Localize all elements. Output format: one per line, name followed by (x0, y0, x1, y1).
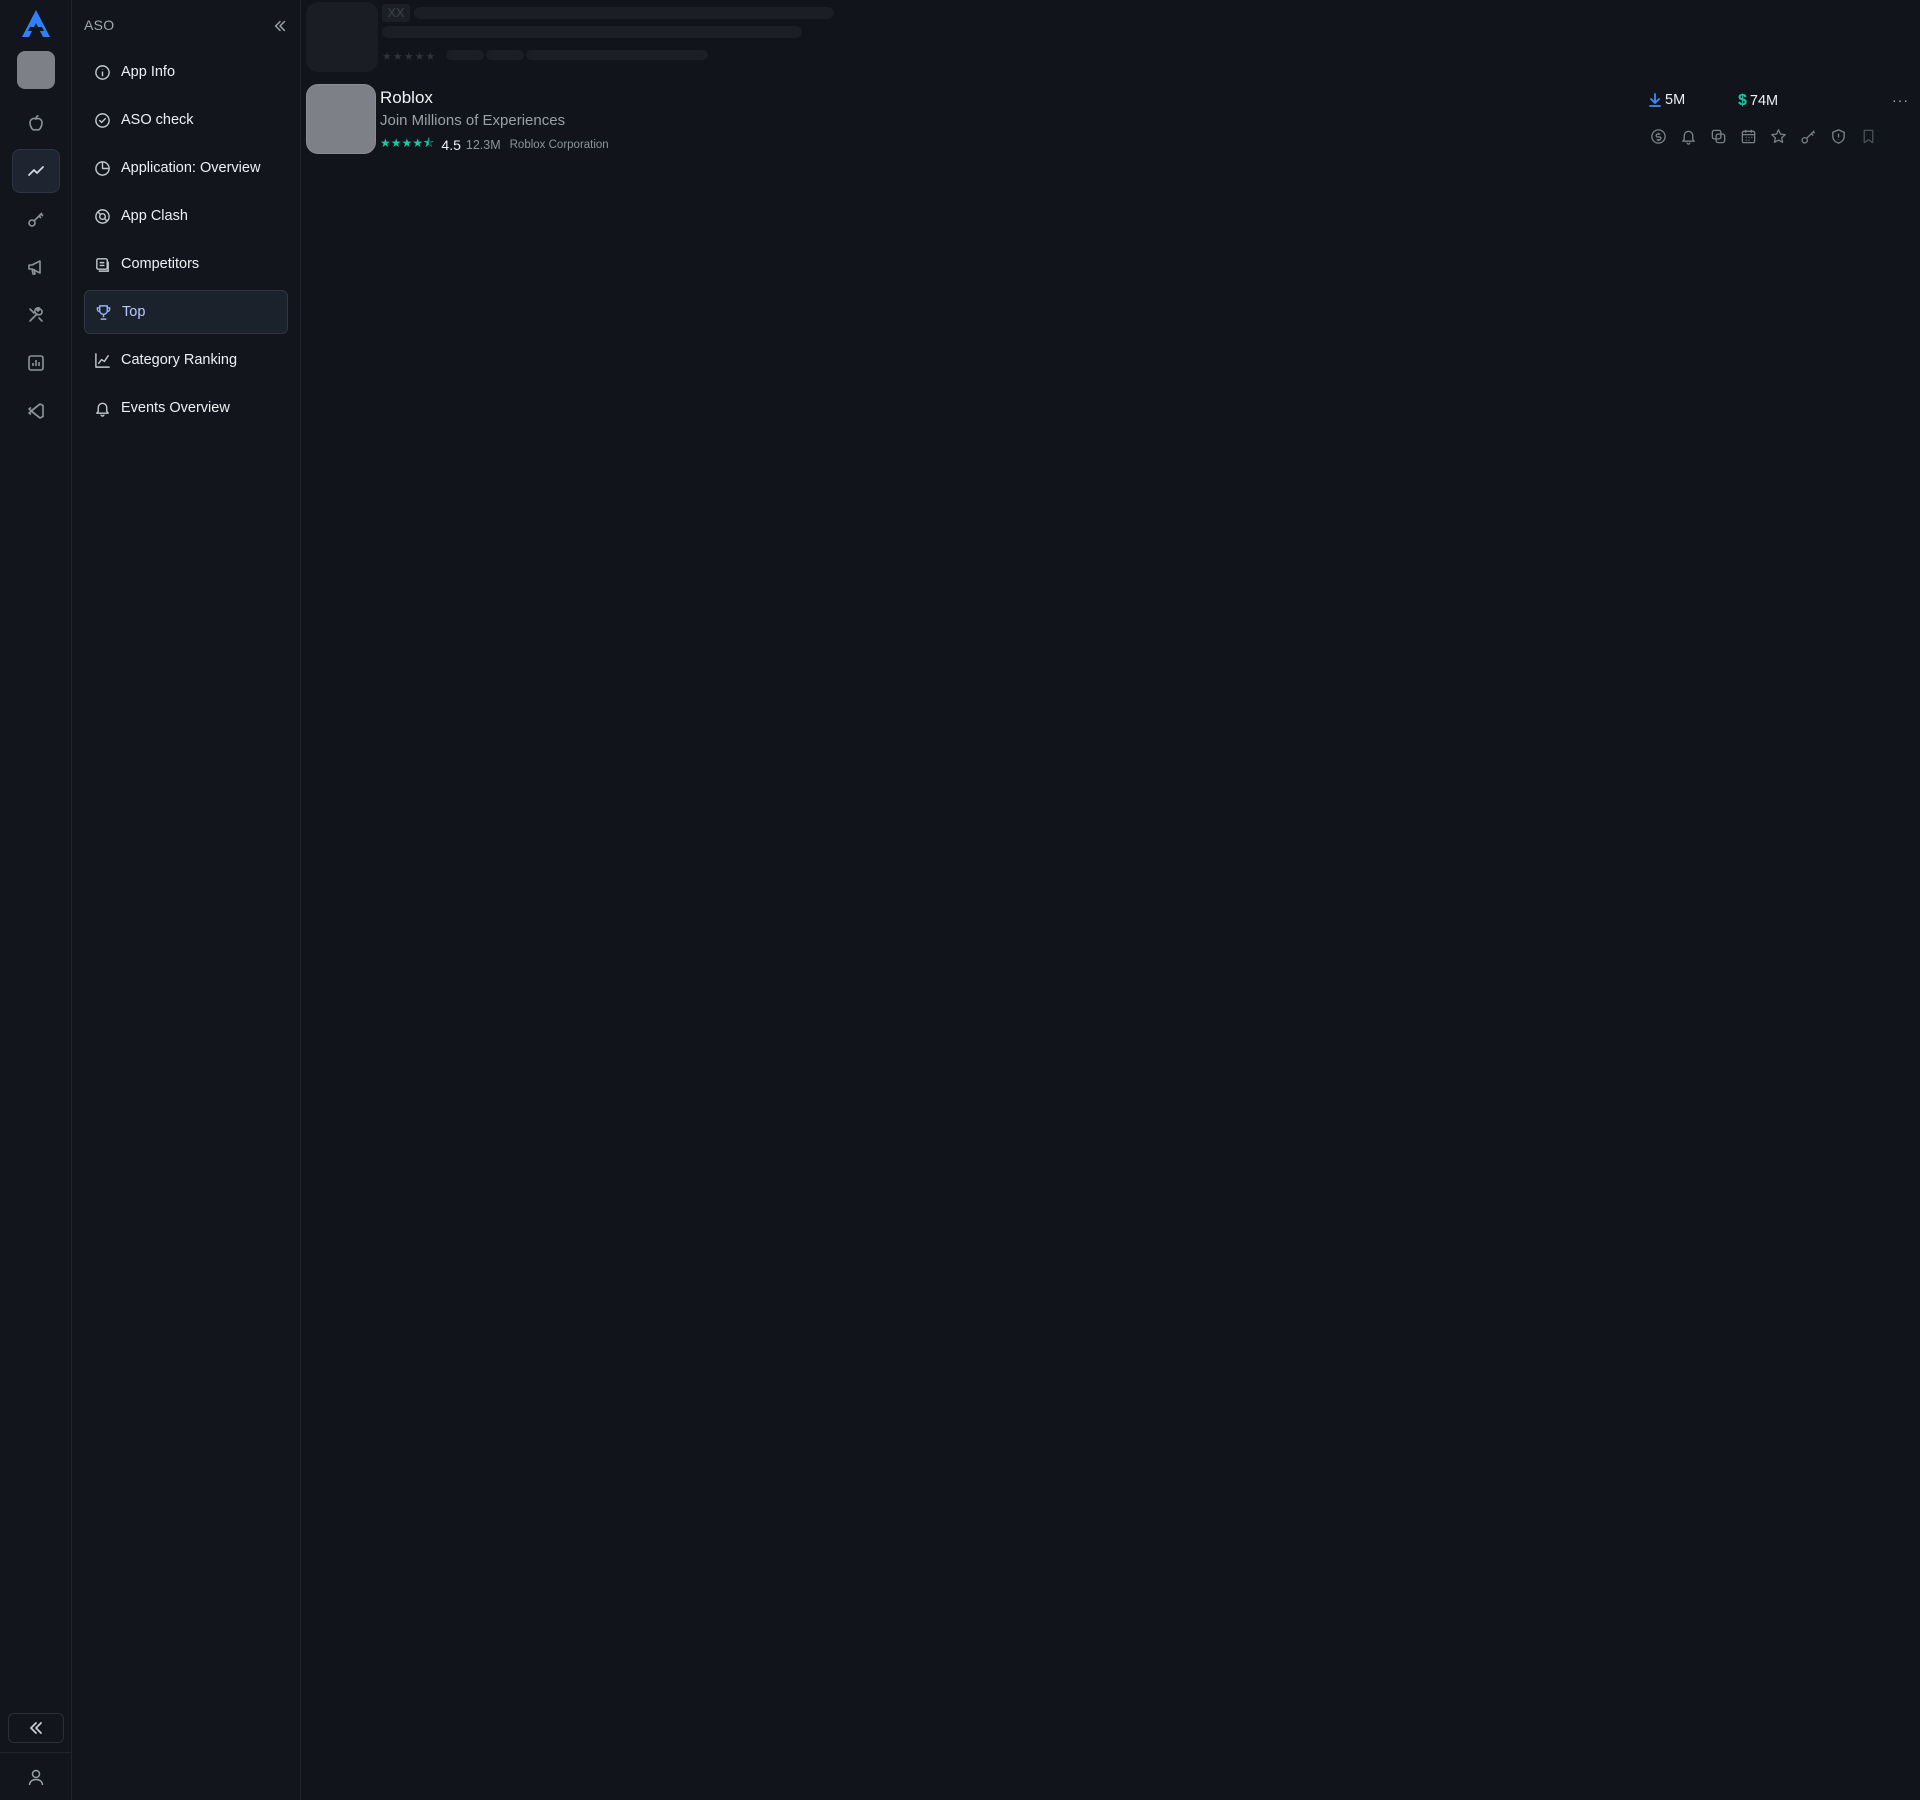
dollar-circle-icon (1650, 128, 1666, 144)
user-icon (28, 1769, 44, 1786)
sidebar-item-label: App Clash (121, 208, 188, 224)
sidebar-item-top[interactable]: Top (84, 290, 288, 334)
skeleton-bar (526, 50, 708, 60)
sidebar-item-label: Category Ranking (121, 352, 238, 368)
chevrons-left-icon (274, 20, 286, 32)
user-profile-button[interactable] (20, 1762, 52, 1792)
clash-icon (95, 208, 110, 224)
sidebar-item-label: ASO check (121, 112, 194, 128)
bookmark-action-button[interactable] (1858, 126, 1878, 146)
ratings-count: 12.3M (465, 137, 501, 152)
sidebar-item-label: App Info (121, 64, 176, 80)
vscode-icon (28, 403, 44, 419)
key-icon (1800, 129, 1815, 144)
trend-icon (28, 166, 44, 176)
bell-icon (96, 402, 109, 417)
sidebar-item-label: Application: Overview (121, 160, 261, 176)
rail-megaphone-button[interactable] (12, 245, 60, 289)
shield-icon (1831, 128, 1845, 144)
skeleton-bar (486, 50, 524, 60)
downloads-value: 5M (1665, 92, 1686, 108)
app-meta: ★★★★⯪ 4.5 12.3M Roblox Corporation (380, 134, 609, 155)
sidebar-title: ASO (84, 17, 115, 33)
sidebar-item-label: Events Overview (121, 400, 230, 416)
rail-divider (0, 1752, 72, 1753)
rating-stars-icon: ★★★★⯪ (380, 136, 435, 150)
skeleton-placeholder: XX (382, 4, 410, 22)
sidebar-item-aso-check[interactable]: ASO check (84, 98, 288, 142)
workspace-avatar[interactable] (17, 51, 55, 89)
keywords-action-button[interactable] (1798, 126, 1818, 146)
skeleton-bar (382, 26, 802, 38)
calendar-action-button[interactable] (1738, 126, 1758, 146)
app-actions (1648, 126, 1878, 146)
security-action-button[interactable] (1828, 126, 1848, 146)
compare-action-button[interactable] (1708, 126, 1728, 146)
revenue-stat: $ 74M (1738, 92, 1778, 110)
app-subtitle: Join Millions of Experiences (380, 112, 566, 129)
aso-sidebar: ASO App Info ASO check Application: Over… (72, 0, 301, 1800)
developer-name[interactable]: Roblox Corporation (510, 139, 609, 151)
revenue-value: 74M (1749, 93, 1779, 109)
line-chart-icon (95, 352, 110, 368)
trophy-icon (96, 304, 111, 320)
rail-tools-button[interactable] (12, 293, 60, 337)
sidebar-item-label: Competitors (121, 256, 200, 272)
brand-logo-icon[interactable] (19, 7, 53, 41)
competitors-icon (96, 257, 109, 272)
revenue-action-button[interactable] (1648, 126, 1668, 146)
star-icon (1770, 128, 1786, 143)
icon-rail (0, 0, 72, 1800)
skeleton-bar (446, 50, 484, 60)
bar-chart-icon (28, 355, 44, 371)
bell-icon (1681, 130, 1695, 145)
apple-icon (29, 114, 43, 131)
calendar-icon (1741, 129, 1755, 143)
sidebar-item-app-clash[interactable]: App Clash (84, 194, 288, 238)
compare-icon (1711, 129, 1725, 143)
rail-chart-button[interactable] (12, 341, 60, 385)
rail-key-button[interactable] (12, 197, 60, 241)
sidebar-item-category-ranking[interactable]: Category Ranking (84, 338, 288, 382)
bookmark-icon (1863, 129, 1873, 143)
main-content: XX ★★★★★ Roblox Join Millions of Experie… (302, 0, 1920, 1800)
skeleton-bar (414, 7, 834, 19)
alerts-action-button[interactable] (1678, 126, 1698, 146)
app-rating: 4.5 (441, 136, 461, 153)
info-icon (95, 64, 110, 80)
sidebar-item-app-info[interactable]: App Info (84, 50, 288, 94)
check-circle-icon (95, 112, 110, 128)
collapse-sidebar-button[interactable] (270, 16, 290, 36)
skeleton-app-icon (306, 2, 378, 72)
app-icon[interactable] (306, 84, 376, 154)
download-icon (1649, 93, 1661, 107)
downloads-stat: 5M (1648, 92, 1685, 108)
app-name[interactable]: Roblox (380, 88, 433, 108)
rail-apple-button[interactable] (12, 101, 60, 145)
pie-chart-icon (95, 160, 110, 176)
tools-icon (29, 307, 43, 322)
favorite-action-button[interactable] (1768, 126, 1788, 146)
more-options-button[interactable]: ··· (1892, 92, 1909, 108)
sidebar-item-events-overview[interactable]: Events Overview (84, 386, 288, 430)
skeleton-stars-icon: ★★★★★ (382, 51, 437, 63)
sidebar-item-application-overview[interactable]: Application: Overview (84, 146, 288, 190)
rail-vscode-button[interactable] (12, 389, 60, 433)
rail-trend-button[interactable] (12, 149, 60, 193)
megaphone-icon (28, 260, 41, 275)
collapse-rail-button[interactable] (8, 1713, 64, 1743)
chevrons-left-icon (30, 1722, 42, 1734)
sidebar-item-competitors[interactable]: Competitors (84, 242, 288, 286)
key-icon (28, 212, 44, 227)
sidebar-item-label: Top (122, 304, 146, 320)
dollar-icon: $ (1738, 92, 1747, 109)
